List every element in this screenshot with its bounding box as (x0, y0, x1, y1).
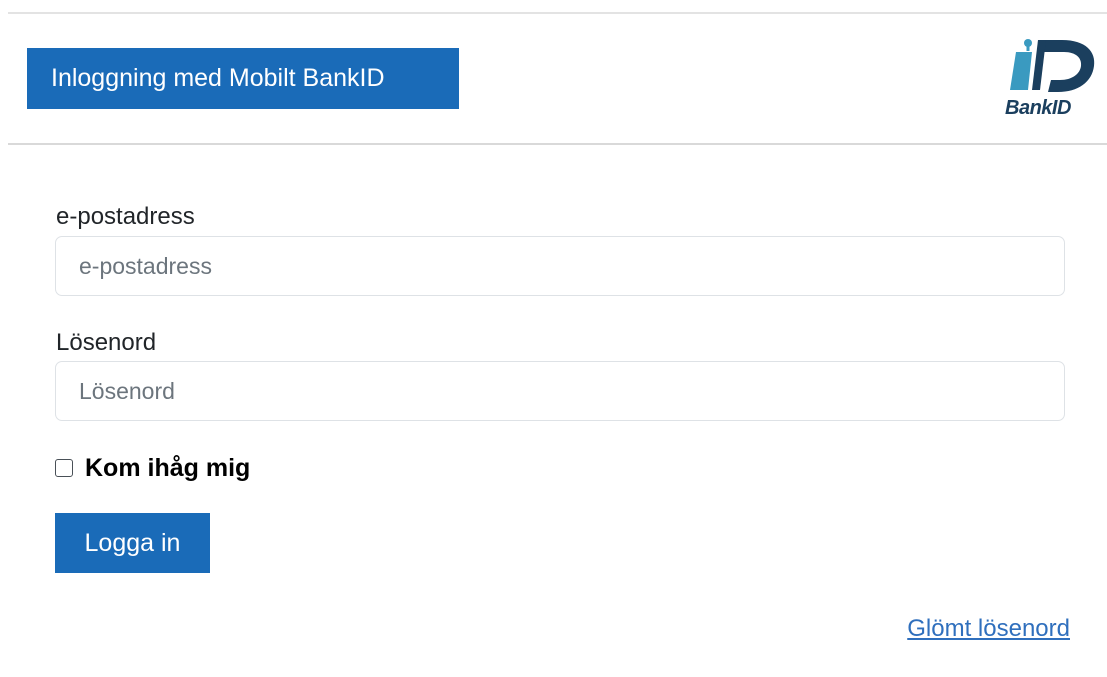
bankid-logo-text: BankID (1005, 97, 1071, 119)
mobile-bankid-login-button[interactable]: Inloggning med Mobilt BankID (27, 48, 459, 109)
forgot-password-link[interactable]: Glömt lösenord (907, 615, 1070, 643)
bankid-logo: BankID (1002, 38, 1098, 120)
remember-me-checkbox[interactable] (55, 459, 73, 477)
bankid-logo-icon (1010, 39, 1095, 92)
login-button[interactable]: Logga in (55, 513, 210, 573)
email-label: e-postadress (56, 203, 195, 230)
login-page: Inloggning med Mobilt BankID BankID e-po… (0, 0, 1107, 677)
password-input[interactable] (55, 361, 1065, 421)
remember-me-label: Kom ihåg mig (85, 453, 251, 482)
email-input[interactable] (55, 236, 1065, 296)
remember-me[interactable]: Kom ihåg mig (55, 453, 250, 483)
header-divider (8, 143, 1107, 145)
password-label: Lösenord (56, 329, 157, 356)
header: Inloggning med Mobilt BankID BankID (0, 14, 1107, 144)
